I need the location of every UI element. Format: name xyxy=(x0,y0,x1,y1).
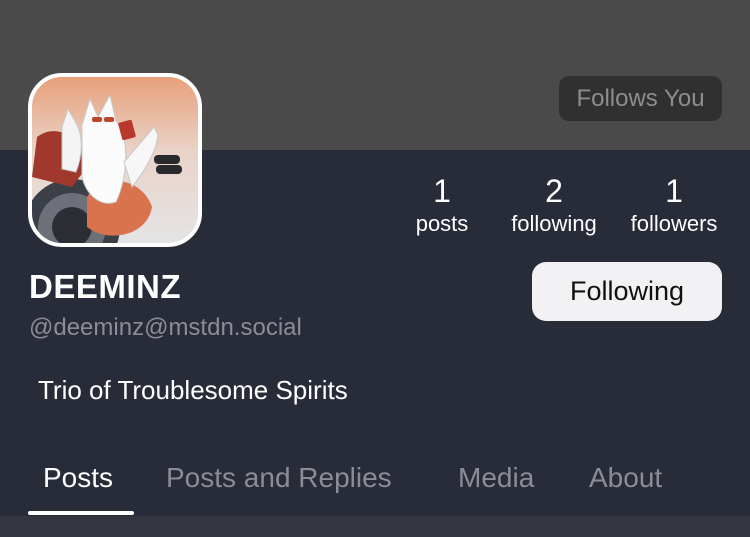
active-tab-indicator xyxy=(28,511,134,515)
display-name: DEEMINZ xyxy=(29,268,181,305)
posts-stat[interactable]: 1 posts xyxy=(410,172,474,238)
tab-about[interactable]: About xyxy=(589,456,662,504)
following-label: following xyxy=(511,211,597,236)
following-button[interactable]: Following xyxy=(532,262,722,321)
following-stat[interactable]: 2 following xyxy=(502,172,606,238)
tab-media[interactable]: Media xyxy=(458,456,534,504)
follows-you-badge: Follows You xyxy=(559,76,722,121)
avatar[interactable] xyxy=(28,73,202,247)
posts-count: 1 xyxy=(433,173,451,209)
followers-label: followers xyxy=(630,211,718,236)
content-divider xyxy=(0,516,750,537)
followers-count: 1 xyxy=(665,173,683,209)
avatar-illustration xyxy=(32,77,198,243)
followers-stat[interactable]: 1 followers xyxy=(622,172,726,238)
profile-bio: Trio of Troublesome Spirits xyxy=(38,375,348,405)
account-handle: @deeminz@mstdn.social xyxy=(29,314,302,341)
following-count: 2 xyxy=(545,173,563,209)
posts-label: posts xyxy=(415,211,469,236)
profile-tabs: Posts Posts and Replies Media About xyxy=(0,456,750,516)
tab-posts-and-replies[interactable]: Posts and Replies xyxy=(166,456,392,504)
tab-posts[interactable]: Posts xyxy=(43,456,113,504)
